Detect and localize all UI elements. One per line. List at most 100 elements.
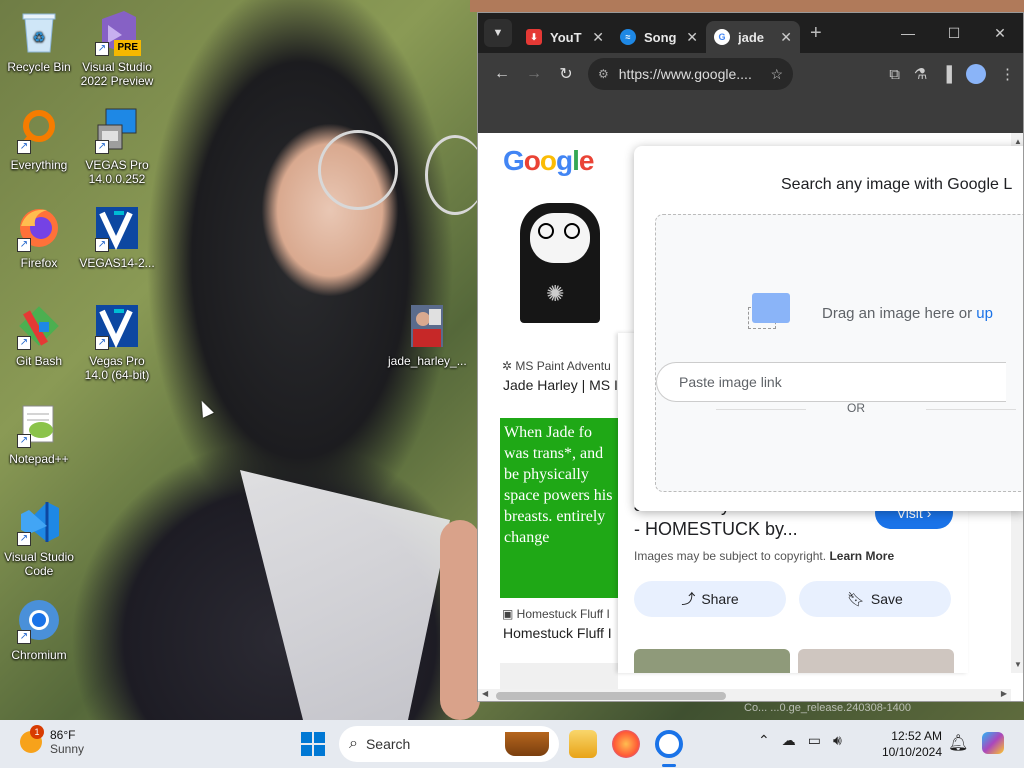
profile-avatar-icon[interactable]: [966, 64, 986, 84]
svg-text:♻: ♻: [33, 29, 46, 45]
windows-start-icon[interactable]: [301, 732, 325, 756]
related-thumbnails: [634, 649, 954, 673]
vegas-installer-icon: ↗: [93, 106, 141, 154]
browser-toolbar: ← → ↻ ⚙ https://www.google.... ☆ ⧉ ⚗ ▐ ⋮: [478, 53, 1023, 95]
vscode-icon: ↗: [15, 498, 63, 546]
firefox-taskbar-icon[interactable]: [612, 730, 640, 758]
desktop-icon-notepad-plus-plus[interactable]: ↗ Notepad++: [0, 400, 78, 466]
related-thumbnail[interactable]: [798, 649, 954, 673]
desktop-icon-visual-studio-2022-preview[interactable]: PRE ↗ Visual Studio 2022 Preview: [78, 8, 156, 88]
site-favicon-icon: ▣: [502, 607, 517, 621]
shortcut-arrow-icon: ↗: [95, 42, 109, 56]
related-thumbnail[interactable]: [634, 649, 790, 673]
desktop-icon-vegas-pro-64[interactable]: ↗ Vegas Pro 14.0 (64-bit): [78, 302, 156, 382]
shortcut-arrow-icon: ↗: [17, 532, 31, 546]
scroll-up-icon[interactable]: ▲: [1011, 137, 1023, 146]
google-logo[interactable]: Google: [503, 145, 594, 177]
horizontal-scrollbar[interactable]: ◀ ▶: [478, 689, 1011, 701]
chromium-taskbar-icon[interactable]: [655, 730, 683, 758]
system-clock[interactable]: 12:52 AM 10/10/2024: [876, 728, 942, 760]
tab-search-button[interactable]: ▼: [484, 19, 512, 47]
new-tab-icon[interactable]: +: [810, 22, 822, 45]
share-icon: ⤴: [681, 591, 696, 607]
tab-jade[interactable]: G jade ✕: [706, 21, 800, 53]
desktop-icon-jade-harley-file[interactable]: jade_harley_...: [388, 302, 467, 368]
youtube-download-icon: ⬇: [526, 29, 542, 45]
chromium-window: ▼ ⬇ YouT ✕ ≈ Song ✕ G jade ✕ + — ☐ ✕ ← →…: [477, 12, 1024, 702]
labs-flask-icon[interactable]: ⚗: [914, 65, 927, 83]
save-button[interactable]: 🔖︎ Save: [799, 581, 951, 617]
shortcut-arrow-icon: ↗: [17, 336, 31, 350]
image-drop-zone[interactable]: Drag an image here or up OR: [655, 214, 1023, 492]
bookmark-star-icon[interactable]: ☆: [770, 66, 783, 83]
desktop-icon-git-bash[interactable]: ↗ Git Bash: [0, 302, 78, 368]
shortcut-arrow-icon: ↗: [17, 238, 31, 252]
reload-icon[interactable]: ↻: [550, 64, 582, 84]
site-info-icon[interactable]: ⚙: [598, 67, 609, 81]
network-off-icon[interactable]: ☁: [782, 732, 796, 749]
scrollbar-thumb[interactable]: [496, 692, 726, 700]
scroll-right-icon[interactable]: ▶: [1001, 689, 1007, 698]
image-upload-icon: [748, 293, 790, 329]
firefox-icon: ↗: [15, 204, 63, 252]
result-thumbnail-2[interactable]: When Jade fo was trans*, and be physical…: [500, 418, 618, 598]
file-explorer-icon[interactable]: [569, 730, 597, 758]
desktop-icon-vegas-pro-installer[interactable]: ↗ VEGAS Pro 14.0.0.252: [78, 106, 156, 186]
maximize-icon[interactable]: ☐: [931, 25, 977, 42]
shortcut-arrow-icon: ↗: [95, 238, 109, 252]
desktop-icon-firefox[interactable]: ↗ Firefox: [0, 204, 78, 270]
side-panel-icon[interactable]: ▐: [941, 66, 952, 83]
image-file-thumbnail-icon: [403, 302, 451, 350]
shortcut-arrow-icon: ↗: [17, 140, 31, 154]
menu-kebab-icon[interactable]: ⋮: [1000, 65, 1015, 83]
tab-song[interactable]: ≈ Song ✕: [612, 21, 706, 53]
search-highlight-ship-icon: [505, 732, 549, 756]
desktop-icon-vegas14[interactable]: ↗ VEGAS14-2...: [78, 204, 156, 270]
result-source-1[interactable]: ✲ MS Paint Adventu: [502, 359, 611, 373]
result-title-1[interactable]: Jade Harley | MS I: [503, 377, 618, 393]
desktop-icon-recycle-bin[interactable]: ♻ Recycle Bin: [0, 8, 78, 74]
share-button[interactable]: ⤴ Share: [634, 581, 786, 617]
git-bash-icon: ↗: [15, 302, 63, 350]
toolbar-extension-strip: [478, 95, 1023, 133]
scroll-left-icon[interactable]: ◀: [482, 689, 488, 698]
build-status-text: Co... ...0.ge_release.240308-1400: [744, 702, 911, 714]
desktop-icon-everything[interactable]: ↗ Everything: [0, 106, 78, 172]
recycle-bin-icon: ♻: [15, 8, 63, 56]
close-tab-icon[interactable]: ✕: [686, 29, 698, 46]
extensions-puzzle-icon[interactable]: ⧉: [889, 66, 900, 83]
weather-widget[interactable]: 1 86°F Sunny: [20, 725, 84, 756]
address-bar[interactable]: ⚙ https://www.google.... ☆: [588, 58, 793, 90]
shortcut-arrow-icon: ↗: [17, 434, 31, 448]
learn-more-link[interactable]: Learn More: [829, 549, 894, 563]
system-tray: ⌃ ☁ ▭ 🔊︎: [758, 732, 842, 749]
result-title-2[interactable]: Homestuck Fluff I: [503, 625, 612, 641]
sun-weather-icon: 1: [20, 725, 44, 753]
back-arrow-icon[interactable]: ←: [486, 65, 518, 83]
desktop-icon-visual-studio-code[interactable]: ↗ Visual Studio Code: [0, 498, 78, 578]
volume-icon[interactable]: 🔊︎: [833, 732, 842, 749]
google-favicon-icon: G: [714, 29, 730, 45]
paste-image-link-input[interactable]: Paste image link: [656, 362, 1006, 402]
desktop-icon-chromium[interactable]: ↗ Chromium: [0, 596, 78, 662]
result-source-2[interactable]: ▣ Homestuck Fluff I: [502, 607, 610, 621]
close-window-icon[interactable]: ✕: [977, 25, 1023, 42]
shortcut-arrow-icon: ↗: [95, 336, 109, 350]
vegas-icon: ↗: [93, 204, 141, 252]
scroll-down-icon[interactable]: ▼: [1011, 660, 1023, 669]
close-tab-icon[interactable]: ✕: [780, 29, 792, 46]
chevron-up-icon[interactable]: ⌃: [758, 732, 770, 749]
tab-youtube[interactable]: ⬇ YouT ✕: [518, 21, 612, 53]
result-thumbnail-1[interactable]: ✺: [500, 193, 618, 333]
copilot-icon[interactable]: [982, 732, 1004, 754]
bookmark-icon: 🔖︎: [847, 590, 865, 607]
forward-arrow-icon[interactable]: →: [518, 65, 550, 83]
copyright-notice: Images may be subject to copyright. Lear…: [634, 549, 895, 563]
display-icon[interactable]: ▭: [808, 732, 821, 749]
taskbar-search-box[interactable]: ⌕ Search: [339, 726, 559, 762]
close-tab-icon[interactable]: ✕: [592, 29, 604, 46]
or-divider: OR: [847, 401, 865, 415]
notification-bell-icon[interactable]: 🔔︎: [948, 733, 968, 753]
minimize-icon[interactable]: —: [885, 25, 931, 42]
upload-file-link[interactable]: up: [976, 305, 993, 322]
